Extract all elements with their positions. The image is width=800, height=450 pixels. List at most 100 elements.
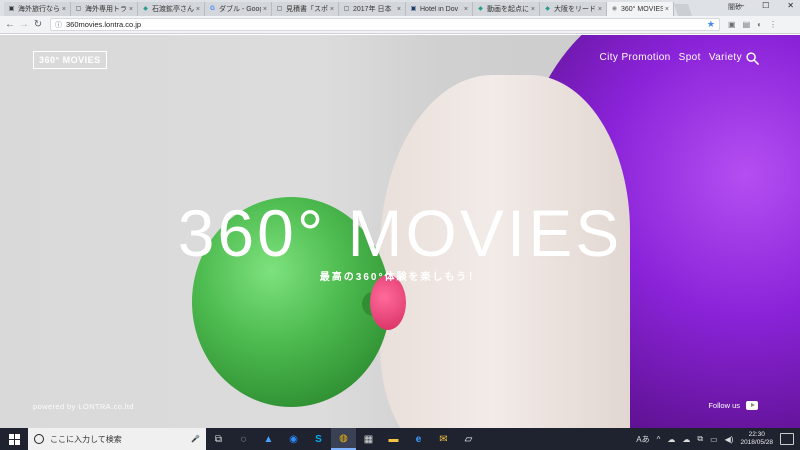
start-button[interactable] [0, 428, 28, 450]
browser-tab[interactable]: G ダブル - Goog × [205, 2, 272, 16]
forward-arrow-icon[interactable]: → [18, 19, 30, 31]
outlook-icon[interactable]: ✉ [431, 428, 456, 450]
tab-close-icon[interactable]: × [531, 6, 535, 13]
taskbar-search-box[interactable]: ここに入力して検索 🎤 [28, 428, 206, 450]
onedrive-icon[interactable]: ☁ [667, 435, 675, 444]
tab-close-icon[interactable]: × [598, 6, 602, 13]
tab-close-icon[interactable]: × [330, 6, 334, 13]
network-icon[interactable]: ⧉ [697, 434, 703, 444]
tab-favicon-icon: ▢ [75, 5, 82, 12]
extension-icons: ▣ ▤ ◐ ⋮ [728, 20, 777, 29]
hero-subtitle: 最高の360°体験を楽しもう！ [319, 272, 481, 283]
ie-icon[interactable]: e [406, 428, 431, 450]
page-viewport: 360° MOVIES City Promotion Spot Variety … [0, 35, 800, 428]
edge-legacy-icon[interactable]: ◌ [231, 428, 256, 450]
browser-tab-strip: ▣ 海外旅行なら × ▢ 海外専用トラ × ◆ 石渡鉱亭さん × G ダブル - Goog × … [0, 0, 800, 16]
tab-close-icon[interactable]: × [397, 6, 401, 13]
tab-favicon-icon: ◆ [143, 5, 148, 12]
hero-image-lips [370, 275, 406, 330]
skype-icon[interactable]: S [306, 428, 331, 450]
site-logo[interactable]: 360° MOVIES [33, 51, 107, 69]
tab-close-icon[interactable]: × [62, 6, 66, 13]
tab-favicon-icon: ▣ [410, 5, 417, 12]
tab-close-icon[interactable]: × [464, 6, 468, 13]
clock-date: 2018/05/28 [740, 439, 773, 446]
tab-close-icon[interactable]: × [196, 6, 200, 13]
tab-close-icon[interactable]: × [665, 6, 669, 13]
new-tab-button[interactable] [673, 4, 693, 16]
browser-tab[interactable]: ◆ 石渡鉱亭さん × [138, 2, 205, 16]
extension-icon[interactable]: ▤ [743, 20, 751, 29]
file-explorer-icon[interactable]: ▬ [381, 428, 406, 450]
tab-title: 石渡鉱亭さん [152, 6, 194, 13]
search-icon[interactable] [746, 52, 759, 65]
tab-favicon-icon: ▢ [343, 5, 350, 12]
close-window-icon[interactable]: ✕ [787, 1, 794, 10]
tab-close-icon[interactable]: × [263, 6, 267, 13]
address-bar[interactable]: ⓘ 360movies.lontra.co.jp ★ [50, 18, 720, 31]
tab-title: 見積書「スポ [286, 6, 328, 13]
reload-icon[interactable]: ↻ [32, 19, 44, 31]
back-arrow-icon[interactable]: ← [4, 19, 16, 31]
extension-icon[interactable]: ◐ [757, 20, 762, 29]
tab-title: 動画を起点に [487, 6, 529, 13]
clock-time: 22:30 [748, 431, 765, 438]
browser-tab[interactable]: ▣ Hotel in Dov × [406, 2, 473, 16]
folder-upload-icon[interactable]: ▲ [256, 428, 281, 450]
site-navigation: City Promotion Spot Variety [599, 52, 742, 63]
nav-item-variety[interactable]: Variety [709, 52, 742, 63]
maximize-icon[interactable]: ☐ [762, 1, 769, 10]
browser-tab[interactable]: ▢ 見積書「スポ × [272, 2, 339, 16]
action-center-icon[interactable] [780, 433, 794, 445]
browser-tab[interactable]: ▢ 海外専用トラ × [71, 2, 138, 16]
zoom-icon[interactable]: ◉ [281, 428, 306, 450]
powered-by-text[interactable]: powered by LONTRA.co.ltd [33, 402, 134, 411]
tab-favicon-icon: ◆ [478, 5, 483, 12]
window-controls: — ☐ ✕ [736, 1, 794, 10]
system-tray: Aあ ^ ☁ ☁ ⧉ ▭ ◀) 22:30 2018/05/28 [636, 431, 800, 447]
taskbar-apps: ⧉ ◌ ▲ ◉ S ◍ ▦ ▬ e ✉ ▱ [206, 428, 481, 450]
tab-title: 大阪をリード [554, 6, 596, 13]
tab-title: Hotel in Dov [420, 5, 459, 13]
hero-title: 360° MOVIES [177, 196, 623, 270]
nav-item-spot[interactable]: Spot [679, 52, 701, 63]
taskbar-clock[interactable]: 22:30 2018/05/28 [740, 431, 773, 447]
browser-tab[interactable]: ◆ 大阪をリード × [540, 2, 607, 16]
url-text[interactable]: 360movies.lontra.co.jp [66, 20, 707, 29]
browser-tab-active[interactable]: ◉ 360° MOVIES × [607, 2, 674, 16]
youtube-icon[interactable] [746, 401, 758, 410]
browser-tab[interactable]: ▣ 海外旅行なら × [4, 2, 71, 16]
tab-title: 海外旅行なら [18, 6, 60, 13]
sticky-notes-icon[interactable]: ▱ [456, 428, 481, 450]
tab-favicon-icon: ◆ [545, 5, 550, 12]
dropbox-icon[interactable]: ☁ [682, 435, 690, 444]
browser-toolbar: ← → ↻ ⓘ 360movies.lontra.co.jp ★ ▣ ▤ ◐ ⋮ [0, 16, 800, 34]
chrome-icon[interactable]: ◍ [331, 428, 356, 450]
tab-title: 海外専用トラ [85, 6, 127, 13]
windows-taskbar: ここに入力して検索 🎤 ⧉ ◌ ▲ ◉ S ◍ ▦ ▬ e ✉ ▱ Aあ ^ ☁… [0, 428, 800, 450]
browser-tab[interactable]: ◆ 動画を起点に × [473, 2, 540, 16]
bookmark-star-icon[interactable]: ★ [707, 19, 715, 30]
task-view-icon[interactable]: ⧉ [206, 428, 231, 450]
tab-title: 360° MOVIES [621, 5, 663, 13]
follow-us[interactable]: Follow us [708, 401, 758, 410]
minimize-icon[interactable]: — [736, 1, 744, 10]
show-hidden-icons-icon[interactable]: ^ [657, 435, 661, 444]
microphone-icon[interactable]: 🎤 [191, 435, 200, 443]
tab-close-icon[interactable]: × [129, 6, 133, 13]
ime-indicator-icon[interactable]: Aあ [636, 434, 649, 445]
tab-favicon-icon: ◉ [611, 5, 618, 12]
nav-item-city-promotion[interactable]: City Promotion [599, 52, 670, 63]
taskbar-search-placeholder: ここに入力して検索 [50, 434, 122, 444]
tab-favicon-icon: G [210, 5, 215, 12]
menu-kebab-icon[interactable]: ⋮ [769, 20, 777, 29]
battery-icon[interactable]: ▭ [710, 435, 718, 444]
browser-tab[interactable]: ▢ 2017年 日本 × [339, 2, 406, 16]
tab-title: ダブル - Goog [219, 6, 261, 13]
calculator-icon[interactable]: ▦ [356, 428, 381, 450]
site-info-icon[interactable]: ⓘ [55, 20, 62, 30]
extension-icon[interactable]: ▣ [728, 20, 736, 29]
windows-logo-icon [8, 433, 20, 445]
tab-favicon-icon: ▢ [276, 5, 283, 12]
volume-icon[interactable]: ◀) [725, 435, 734, 444]
